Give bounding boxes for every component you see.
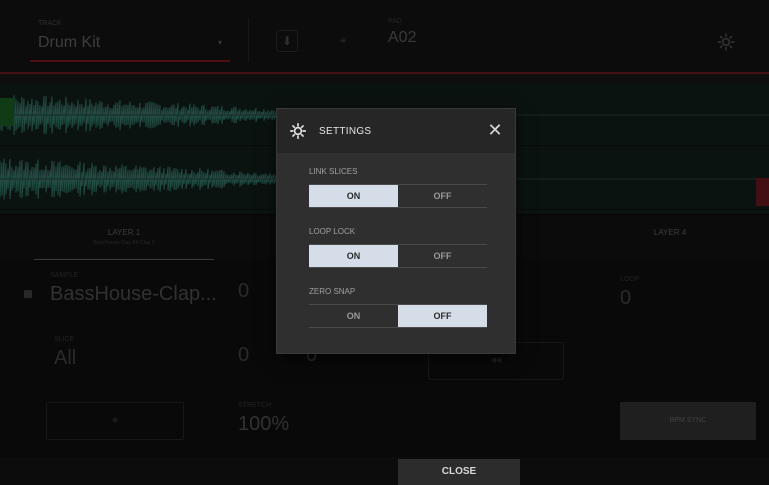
toggle-on[interactable]: ON — [309, 185, 398, 207]
gear-icon — [290, 123, 306, 139]
setting-label: LINK SLICES — [309, 167, 358, 176]
toggle-off[interactable]: OFF — [398, 245, 487, 267]
setting-link-slices: LINK SLICES ON OFF — [309, 167, 487, 208]
setting-zero-snap: ZERO SNAP ON OFF — [309, 287, 487, 328]
toggle-off[interactable]: OFF — [398, 185, 487, 207]
setting-loop-lock: LOOP LOCK ON OFF — [309, 227, 487, 268]
zero-snap-toggle: ON OFF — [309, 304, 487, 328]
bottom-bar — [0, 457, 769, 485]
modal-header: SETTINGS ✕ — [277, 109, 515, 153]
modal-title: SETTINGS — [319, 126, 372, 137]
close-icon[interactable]: ✕ — [485, 121, 505, 141]
toggle-on[interactable]: ON — [309, 245, 398, 267]
setting-label: LOOP LOCK — [309, 227, 356, 236]
setting-label: ZERO SNAP — [309, 287, 356, 296]
toggle-on[interactable]: ON — [309, 305, 398, 327]
toggle-off[interactable]: OFF — [398, 305, 487, 327]
link-slices-toggle: ON OFF — [309, 184, 487, 208]
loop-lock-toggle: ON OFF — [309, 244, 487, 268]
close-button[interactable]: CLOSE — [398, 459, 520, 485]
settings-modal: SETTINGS ✕ LINK SLICES ON OFF LOOP LOCK … — [276, 108, 516, 354]
